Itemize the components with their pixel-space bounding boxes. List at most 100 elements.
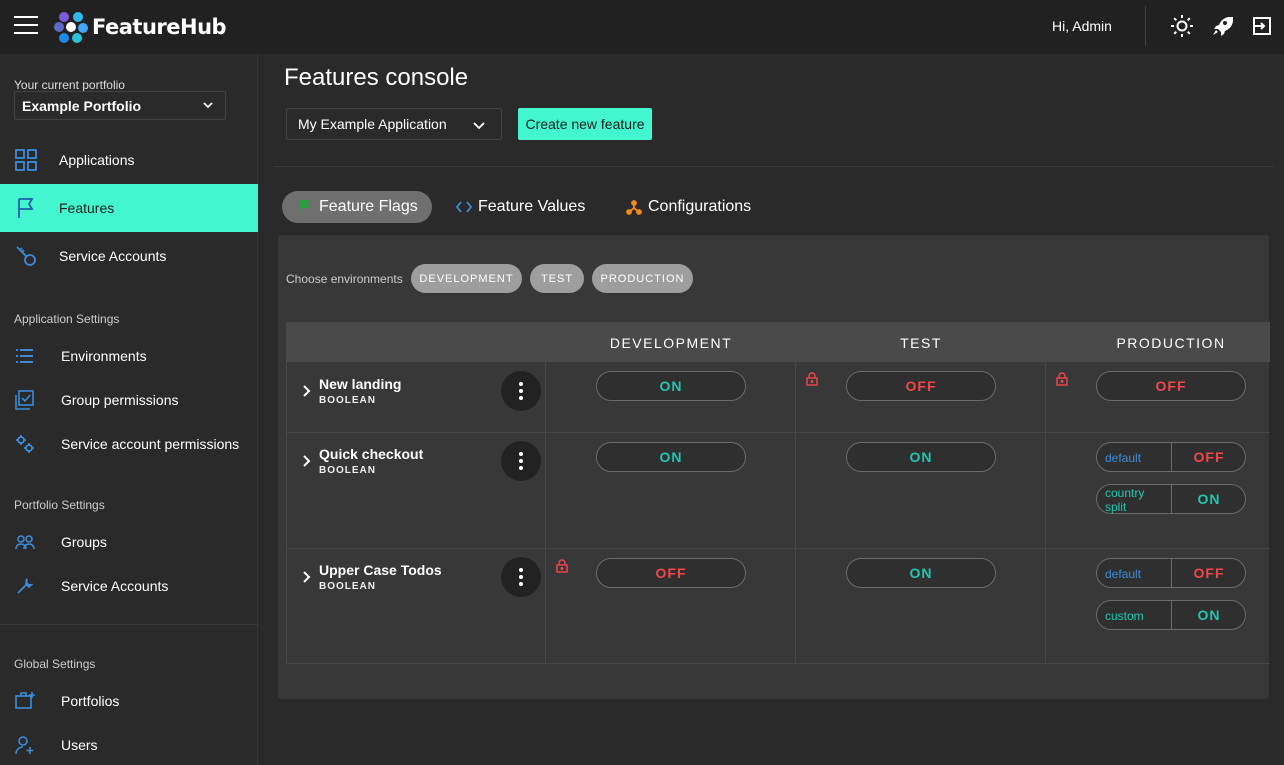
logo: FeatureHub — [54, 10, 227, 44]
application-settings-heading: Application Settings — [14, 312, 120, 326]
sidebar-item-service-account-permissions[interactable]: Service account permissions — [0, 420, 258, 468]
more-options-button[interactable] — [501, 441, 541, 481]
menu-icon[interactable] — [14, 16, 38, 36]
env-chip-development[interactable]: DEVELOPMENT — [411, 264, 522, 293]
application-select[interactable]: My Example Application — [286, 108, 502, 140]
sidebar-item-label: Portfolios — [61, 693, 120, 709]
more-options-button[interactable] — [501, 371, 541, 411]
sidebar-item-label: Applications — [59, 152, 135, 168]
strategy-custom[interactable]: custom ON — [1096, 600, 1246, 630]
sidebar-item-users[interactable]: Users — [0, 721, 258, 765]
tab-configurations[interactable]: Configurations — [626, 191, 751, 223]
feature-name: Upper Case Todos — [319, 562, 442, 578]
flag-toggle-test[interactable]: ON — [846, 558, 996, 588]
column-header-test: TEST — [900, 335, 942, 351]
sidebar-item-label: Service Accounts — [59, 248, 167, 264]
header-divider — [274, 166, 1274, 167]
sidebar-item-applications[interactable]: Applications — [0, 136, 258, 184]
env-chip-production[interactable]: PRODUCTION — [592, 264, 693, 293]
strategy-value: OFF — [1193, 565, 1225, 581]
feature-type: BOOLEAN — [319, 395, 376, 406]
portfolio-settings-heading: Portfolio Settings — [14, 498, 105, 512]
lock-icon — [806, 372, 818, 386]
strategy-value: ON — [1197, 491, 1221, 507]
strategy-name: default — [1105, 567, 1142, 581]
key-icon — [16, 246, 36, 266]
sidebar-item-label: Features — [59, 200, 115, 216]
strategy-default[interactable]: default OFF — [1096, 442, 1246, 472]
sidebar-item-environments[interactable]: Environments — [0, 332, 258, 380]
tab-label: Feature Values — [478, 198, 586, 215]
checklist-icon — [15, 390, 34, 410]
strategy-value: ON — [1197, 607, 1221, 623]
sidebar-item-portfolios[interactable]: Portfolios — [0, 677, 258, 725]
page-title: Features console — [284, 64, 469, 91]
portfolio-select[interactable]: Example Portfolio — [14, 91, 226, 120]
application-select-value: My Example Application — [298, 116, 447, 132]
featurehub-logo-icon — [54, 12, 88, 43]
sidebar-item-label: Environments — [61, 348, 147, 364]
sidebar-item-label: Group permissions — [61, 392, 179, 408]
feature-name: New landing — [319, 376, 402, 392]
sun-icon[interactable] — [1170, 14, 1194, 38]
sidebar-item-groups[interactable]: Groups — [0, 518, 258, 566]
rocket-icon[interactable] — [1210, 14, 1234, 38]
tab-feature-flags[interactable]: Feature Flags — [282, 191, 432, 223]
user-add-icon — [15, 736, 34, 755]
more-options-button[interactable] — [501, 557, 541, 597]
flag-toggle-production[interactable]: OFF — [1096, 371, 1246, 401]
sidebar-item-label: Groups — [61, 534, 107, 550]
flag-toggle-test[interactable]: ON — [846, 442, 996, 472]
feature-type: BOOLEAN — [319, 465, 376, 476]
portfolio-label: Your current portfolio — [14, 78, 125, 92]
flag-icon — [299, 200, 310, 214]
user-greeting[interactable]: Hi, Admin — [1052, 18, 1112, 34]
brand-name: FeatureHub — [92, 15, 227, 39]
portfolio-value: Example Portfolio — [22, 97, 142, 114]
chevron-right-icon[interactable] — [300, 384, 314, 398]
chevron-right-icon[interactable] — [300, 454, 314, 468]
wrench-icon — [17, 578, 34, 594]
strategy-default[interactable]: default OFF — [1096, 558, 1246, 588]
strategy-name: default — [1105, 451, 1142, 465]
column-divider — [795, 362, 796, 664]
flag-toggle-development[interactable]: ON — [596, 371, 746, 401]
briefcase-add-icon — [15, 692, 35, 709]
strategy-country-split[interactable]: country split ON — [1096, 484, 1246, 514]
strategy-value: OFF — [1193, 449, 1225, 465]
chevron-down-icon — [473, 122, 485, 130]
topbar-divider — [1145, 6, 1146, 46]
code-icon — [456, 201, 472, 213]
chevron-down-icon — [203, 102, 213, 109]
flag-toggle-development[interactable]: ON — [596, 442, 746, 472]
strategy-name: country split — [1105, 486, 1145, 514]
lock-icon — [556, 559, 568, 573]
column-header-production: PRODUCTION — [1116, 335, 1226, 351]
logout-icon[interactable] — [1250, 14, 1274, 38]
sidebar-item-portfolio-service-accounts[interactable]: Service Accounts — [0, 562, 258, 610]
top-bar: FeatureHub Hi, Admin — [0, 0, 1284, 54]
sidebar-item-label: Service account permissions — [61, 436, 240, 452]
sidebar-item-service-accounts[interactable]: Service Accounts — [0, 232, 258, 280]
tab-feature-values[interactable]: Feature Values — [456, 191, 585, 223]
grid-icon — [15, 149, 37, 171]
sidebar-item-group-permissions[interactable]: Group permissions — [0, 376, 258, 424]
flag-toggle-test[interactable]: OFF — [846, 371, 996, 401]
feature-type: BOOLEAN — [319, 581, 376, 592]
list-icon — [16, 349, 33, 363]
sidebar-divider — [0, 624, 258, 625]
sidebar-item-features[interactable]: Features — [0, 184, 258, 232]
column-divider — [545, 362, 546, 664]
lock-icon — [1056, 372, 1068, 386]
column-divider — [1045, 362, 1046, 664]
create-feature-button[interactable]: Create new feature — [518, 108, 652, 140]
tab-label: Configurations — [648, 198, 752, 215]
chevron-right-icon[interactable] — [300, 570, 314, 584]
sidebar: Your current portfolio Example Portfolio… — [0, 54, 258, 765]
people-icon — [15, 535, 35, 550]
network-icon — [626, 200, 642, 215]
flag-toggle-development[interactable]: OFF — [596, 558, 746, 588]
feature-name: Quick checkout — [319, 446, 424, 462]
env-chip-test[interactable]: TEST — [530, 264, 584, 293]
column-header-development: DEVELOPMENT — [609, 335, 733, 351]
